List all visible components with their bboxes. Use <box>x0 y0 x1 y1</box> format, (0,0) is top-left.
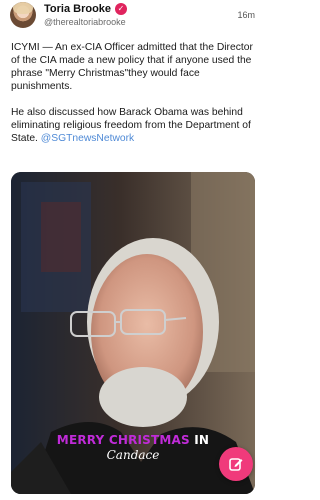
post-paragraph-1: ICYMI — An ex-CIA Officer admitted that … <box>11 42 253 92</box>
author-row: Toria Brooke ✓ <box>44 3 128 15</box>
caption-highlight: MERRY CHRISTMAS <box>56 433 190 447</box>
avatar[interactable] <box>10 2 36 28</box>
post-body: ICYMI — An ex-CIA Officer admitted that … <box>11 41 257 145</box>
mention-link[interactable]: @SGTnewsNetwork <box>41 133 134 144</box>
video-caption: MERRY CHRISTMAS IN <box>11 433 255 447</box>
author-name[interactable]: Toria Brooke <box>44 3 111 15</box>
post-header: Toria Brooke ✓ @therealtoriabrooke 16m <box>0 0 265 36</box>
video-thumbnail[interactable]: MERRY CHRISTMAS IN Candace <box>11 172 255 494</box>
verified-icon: ✓ <box>115 3 128 15</box>
author-handle[interactable]: @therealtoriabrooke <box>44 17 126 27</box>
post-time: 16m <box>237 10 255 20</box>
caption-white: IN <box>189 433 210 447</box>
post-paragraph-2: He also discussed how Barack Obama was b… <box>11 106 257 145</box>
compose-button[interactable] <box>219 447 253 481</box>
pencil-edit-icon <box>229 458 243 471</box>
